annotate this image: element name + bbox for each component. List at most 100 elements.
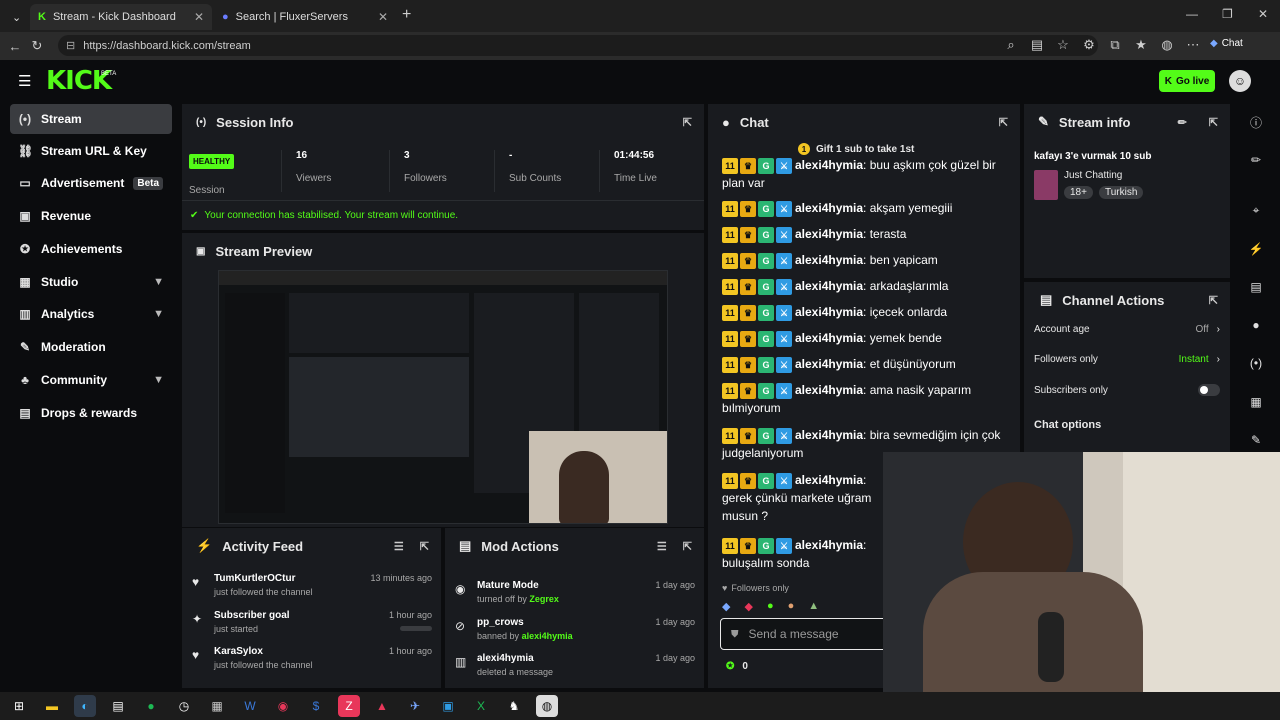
chat-username[interactable]: alexi4hymia [795, 331, 863, 345]
emote-icon[interactable]: ◆ [722, 600, 730, 613]
close-icon[interactable]: ✕ [194, 10, 204, 24]
filter-icon[interactable]: ☰ [394, 540, 404, 553]
sidebar-item-moderation[interactable]: ✎ Moderation [10, 332, 172, 362]
expand-icon[interactable]: ⇱ [683, 540, 692, 553]
radio-waves-icon[interactable]: (•) [1242, 351, 1270, 375]
more-icon[interactable]: ⋯ [1182, 37, 1204, 53]
spotify-icon[interactable]: ● [140, 695, 162, 717]
profile-icon[interactable]: ◍ [1156, 37, 1178, 53]
close-icon[interactable]: ✕ [378, 10, 388, 24]
chat-message[interactable]: 11 ♛ G ⚔ alexi4hymia: ama nasik yaparım bılm… [722, 381, 1002, 417]
edit-icon[interactable]: ✏ [1242, 148, 1270, 172]
chat-username[interactable]: alexi4hymia [795, 158, 863, 172]
clipboard-icon[interactable]: ▤ [1242, 275, 1270, 299]
new-tab-icon[interactable]: + [402, 6, 411, 24]
channel-actions-icon[interactable]: ▦ [1242, 390, 1270, 414]
chat-message[interactable]: 11 ♛ G ⚔ alexi4hymia: yemek bende [722, 329, 1002, 347]
sidebar-item-achievements[interactable]: ✪ Achievements [10, 234, 172, 264]
sidebar-item-revenue[interactable]: ▣ Revenue [10, 201, 172, 231]
account-age-row[interactable]: Account age Off › [1034, 324, 1220, 335]
followers-only-row[interactable]: Followers only Instant › [1034, 354, 1220, 365]
expand-icon[interactable]: ⇱ [683, 116, 692, 129]
chat-message[interactable]: 11 ♛ G ⚔ alexi4hymia: akşam yemegiii [722, 199, 1002, 217]
app-chess-icon[interactable]: ♞ [503, 695, 525, 717]
stream-preview-video[interactable] [218, 270, 668, 524]
expand-icon[interactable]: ⇱ [999, 116, 1008, 129]
sidebar-item-studio[interactable]: ▦ Studio ▼ [10, 267, 172, 297]
maximize-icon[interactable]: ❐ [1222, 7, 1233, 21]
minimize-icon[interactable]: — [1186, 7, 1198, 21]
menu-icon[interactable]: ☰ [18, 72, 31, 90]
tag-chip[interactable]: 18+ [1064, 186, 1093, 199]
zoom-icon[interactable]: ⌕ [1000, 37, 1022, 53]
app-blue-icon[interactable]: ▣ [437, 695, 459, 717]
reader-icon[interactable]: ▤ [1026, 37, 1048, 53]
app-z-icon[interactable]: Z [338, 695, 360, 717]
emote-icon[interactable]: ◆ [744, 600, 752, 613]
edit-icon[interactable]: ✏ [1178, 116, 1187, 129]
extensions-icon[interactable]: ⚙ [1078, 37, 1100, 53]
emote-icon[interactable]: ▲ [808, 600, 819, 613]
chat-bubble-icon[interactable]: ● [1242, 313, 1270, 337]
file-explorer-icon[interactable]: ▬ [41, 695, 63, 717]
mod-action-user[interactable]: alexi4hymia [522, 631, 573, 641]
favorites-icon[interactable]: ★ [1130, 37, 1152, 53]
channel-points[interactable]: ✪ 0 [726, 661, 748, 672]
sidebar-item-stream[interactable]: (•) Stream [10, 104, 172, 134]
record-icon[interactable]: ◉ [272, 695, 294, 717]
tab-search[interactable]: ● Search | FluxerServers ✕ [214, 4, 396, 30]
expand-icon[interactable]: ⇱ [420, 540, 429, 553]
mod-action-user[interactable]: Zegrex [529, 594, 559, 604]
chat-username[interactable]: alexi4hymia [795, 357, 863, 371]
app-vs-icon[interactable]: ✈ [404, 695, 426, 717]
windows-start-icon[interactable]: ⊞ [8, 695, 30, 717]
category-name[interactable]: Just Chatting [1064, 170, 1122, 181]
category-thumbnail[interactable] [1034, 170, 1058, 200]
chat-username[interactable]: alexi4hymia [795, 383, 863, 397]
back-icon[interactable]: ← [4, 39, 26, 54]
chat-input[interactable]: ⛊ Send a message [720, 618, 890, 650]
sidebar-item-drops[interactable]: ▤ Drops & rewards [10, 398, 172, 428]
go-live-button[interactable]: K Go live [1159, 70, 1215, 92]
info-icon[interactable]: ⓘ [1242, 110, 1270, 134]
app-icon[interactable]: $ [305, 695, 327, 717]
wrench-icon[interactable]: ✎ [1242, 428, 1270, 452]
reload-icon[interactable]: ↻ [26, 38, 48, 54]
chat-message[interactable]: 11 ♛ G ⚔ alexi4hymia: ben yapicam [722, 251, 1002, 269]
edge-icon[interactable]: ◐ [74, 695, 96, 717]
chat-username[interactable]: alexi4hymia [795, 227, 863, 241]
chat-username[interactable]: alexi4hymia [795, 305, 863, 319]
chat-message[interactable]: 11 ♛ G ⚔ alexi4hymia: içecek onlarda [722, 303, 1002, 321]
emote-icon[interactable]: ● [767, 600, 774, 613]
gift-sub-banner[interactable]: 1 Gift 1 sub to take 1st [798, 143, 914, 155]
expand-icon[interactable]: ⇱ [1209, 116, 1218, 129]
excel-icon[interactable]: X [470, 695, 492, 717]
chat-message[interactable]: 11 ♛ G ⚔ alexi4hymia: buu aşkım çok güzel bi… [722, 156, 1002, 192]
favorite-star-icon[interactable]: ☆ [1052, 37, 1074, 53]
chat-username[interactable]: alexi4hymia [795, 473, 863, 487]
emote-icon[interactable]: ● [788, 600, 795, 613]
expand-icon[interactable]: ⇱ [1209, 294, 1218, 307]
obs-icon[interactable]: ◍ [536, 695, 558, 717]
chat-message[interactable]: 11 ♛ G ⚔ alexi4hymia: arkadaşlarımla [722, 277, 1002, 295]
chat-message[interactable]: 11 ♛ G ⚔ alexi4hymia: et düşünüyorum [722, 355, 1002, 373]
url-field[interactable]: ⊟ https://dashboard.kick.com/stream [58, 35, 1098, 56]
chat-message[interactable]: 11 ♛ G ⚔ alexi4hymia: gerek çünkü markete uğ… [722, 471, 882, 525]
sidebar-item-stream-url[interactable]: ⛓ Stream URL & Key [10, 136, 172, 166]
split-icon[interactable]: ⧉ [1104, 37, 1126, 53]
filter-icon[interactable]: ☰ [657, 540, 667, 553]
chat-username[interactable]: alexi4hymia [795, 538, 863, 552]
app-red-icon[interactable]: ▲ [371, 695, 393, 717]
chat-username[interactable]: alexi4hymia [795, 279, 863, 293]
clock-icon[interactable]: ◷ [173, 695, 195, 717]
chat-username[interactable]: alexi4hymia [795, 201, 863, 215]
avatar[interactable]: ☺ [1229, 70, 1251, 92]
tab-kick-dashboard[interactable]: K Stream - Kick Dashboard ✕ [30, 4, 212, 30]
lightning-icon[interactable]: ⚡ [1242, 237, 1270, 261]
chat-message[interactable]: 11 ♛ G ⚔ alexi4hymia: buluşalım sonda [722, 536, 882, 572]
chat-username[interactable]: alexi4hymia [795, 428, 863, 442]
calculator-icon[interactable]: ▦ [206, 695, 228, 717]
tab-list-button[interactable]: ⌄ [4, 4, 26, 30]
chat-username[interactable]: alexi4hymia [795, 253, 863, 267]
target-icon[interactable]: ⌖ [1242, 198, 1270, 222]
